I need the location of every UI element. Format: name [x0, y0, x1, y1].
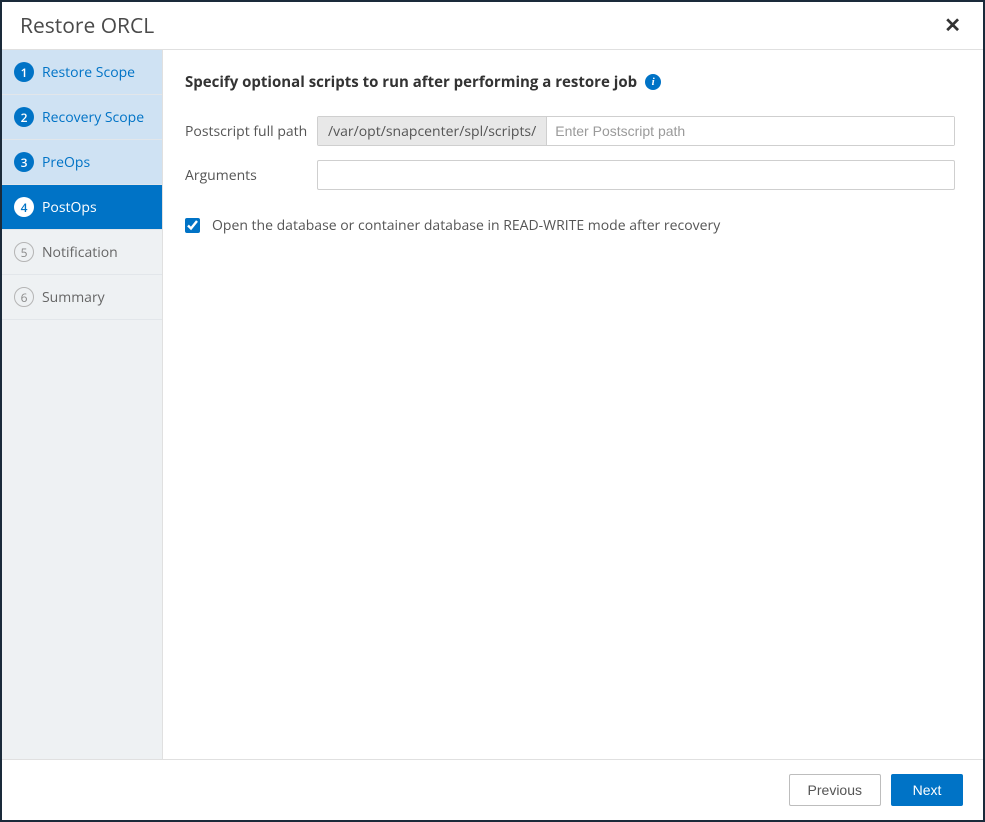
- postscript-input[interactable]: [547, 117, 954, 145]
- step-number: 3: [14, 152, 34, 172]
- step-number: 5: [14, 242, 34, 262]
- step-number: 2: [14, 107, 34, 127]
- dialog-header: Restore ORCL ✕: [2, 2, 983, 50]
- arguments-label: Arguments: [185, 166, 317, 185]
- step-postops[interactable]: 4 PostOps: [2, 185, 162, 230]
- dialog-title: Restore ORCL: [20, 12, 154, 40]
- step-number: 6: [14, 287, 34, 307]
- wizard-sidebar: 1 Restore Scope 2 Recovery Scope 3 PreOp…: [2, 50, 163, 759]
- step-summary[interactable]: 6 Summary: [2, 275, 162, 320]
- step-notification[interactable]: 5 Notification: [2, 230, 162, 275]
- step-restore-scope[interactable]: 1 Restore Scope: [2, 50, 162, 95]
- section-heading: Specify optional scripts to run after pe…: [185, 72, 955, 92]
- dialog-footer: Previous Next: [2, 759, 983, 820]
- close-icon[interactable]: ✕: [940, 13, 965, 38]
- step-recovery-scope[interactable]: 2 Recovery Scope: [2, 95, 162, 140]
- step-preops[interactable]: 3 PreOps: [2, 140, 162, 185]
- open-db-checkbox[interactable]: [185, 218, 200, 233]
- previous-button[interactable]: Previous: [789, 774, 881, 806]
- postscript-row: Postscript full path /var/opt/snapcenter…: [185, 116, 955, 146]
- step-label: PreOps: [42, 153, 90, 172]
- postscript-prefix: /var/opt/snapcenter/spl/scripts/: [318, 117, 547, 145]
- arguments-row: Arguments: [185, 160, 955, 190]
- step-label: Restore Scope: [42, 63, 135, 82]
- step-number: 1: [14, 62, 34, 82]
- postscript-path-group: /var/opt/snapcenter/spl/scripts/: [317, 116, 955, 146]
- next-button[interactable]: Next: [891, 774, 963, 806]
- restore-dialog: Restore ORCL ✕ 1 Restore Scope 2 Recover…: [2, 2, 983, 820]
- dialog-body: 1 Restore Scope 2 Recovery Scope 3 PreOp…: [2, 50, 983, 759]
- postscript-label: Postscript full path: [185, 122, 317, 141]
- step-label: Recovery Scope: [42, 108, 144, 127]
- arguments-input[interactable]: [317, 160, 955, 190]
- step-label: PostOps: [42, 198, 97, 217]
- main-panel: Specify optional scripts to run after pe…: [163, 50, 983, 759]
- open-db-label[interactable]: Open the database or container database …: [212, 216, 720, 235]
- info-icon[interactable]: i: [645, 74, 661, 90]
- heading-text: Specify optional scripts to run after pe…: [185, 72, 637, 92]
- step-label: Notification: [42, 243, 118, 262]
- step-label: Summary: [42, 288, 105, 307]
- open-db-row: Open the database or container database …: [185, 216, 955, 235]
- step-number: 4: [14, 197, 34, 217]
